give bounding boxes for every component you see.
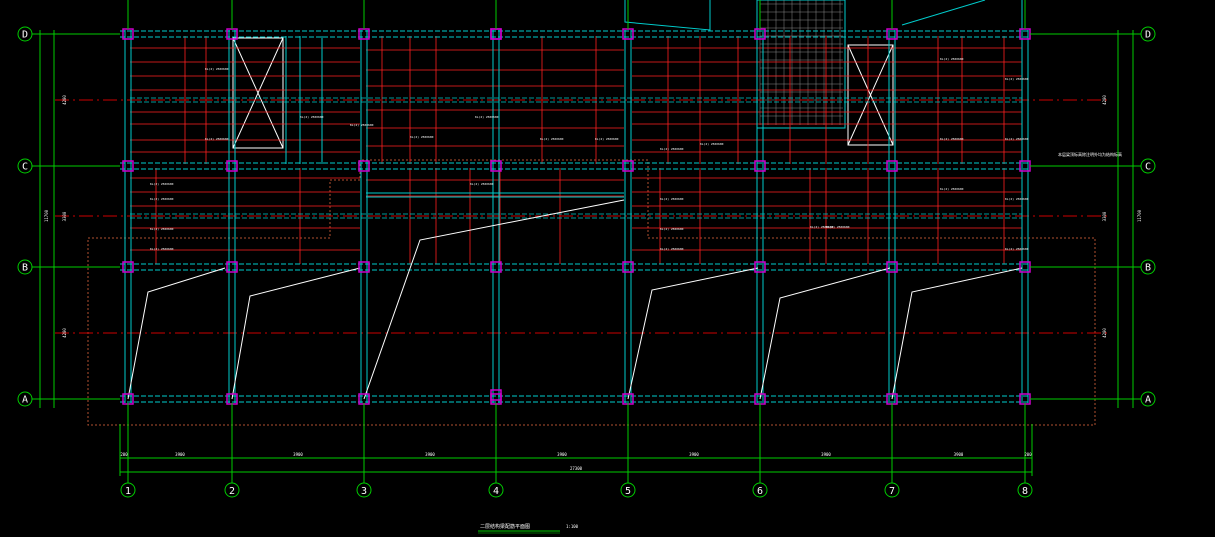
beam-label: KL(2) 250X600: [1005, 137, 1029, 141]
beam-label: KL(2) 250X600: [1005, 77, 1029, 81]
drawing-note: 本层梁顶标高除注明外均为结构标高: [1058, 151, 1122, 157]
dimension-text: 3900: [425, 452, 435, 457]
axis-label: C: [22, 162, 28, 173]
axis-label: B: [1145, 263, 1151, 274]
beam-label: KL(2) 250X600: [470, 182, 494, 186]
structural-plan-drawing: KL(2) 250X600 KL(2) 250X600 KL(2) 250X600 K…: [0, 0, 1215, 537]
beam-label: KL(2) 250X600: [660, 247, 684, 251]
dimension-text: 200: [120, 452, 128, 457]
beam-label: KL(2) 250X600: [660, 147, 684, 151]
beam-label: KL(2) 250X600: [940, 57, 964, 61]
dimension-text: 3300: [62, 211, 67, 221]
axis-label: 8: [1022, 486, 1028, 497]
beam-label: KL(2) 250X600: [410, 135, 434, 139]
axis-label: A: [1145, 395, 1151, 406]
beam-label: KL(2) 250X600: [660, 197, 684, 201]
drawing-title: 二层结构梁配筋平面图: [480, 523, 530, 530]
beam-label: KL(2) 250X600: [1005, 247, 1029, 251]
beam-label: KL(2) 250X600: [475, 115, 499, 119]
beam-label: KL(2) 250X600: [205, 67, 229, 71]
axis-label: 6: [757, 486, 763, 497]
dimension-text: 11700: [1137, 209, 1142, 222]
dimension-text: 3900: [293, 452, 303, 457]
axis-label: 3: [361, 486, 367, 497]
beam-label: KL(2) 250X600: [1005, 197, 1029, 201]
axis-label: 7: [889, 486, 895, 497]
drawing-scale: 1:100: [566, 524, 579, 529]
beam-label: KL(2) 250X600: [940, 137, 964, 141]
beam-label: KL(2) 250X600: [350, 123, 374, 127]
axis-label: D: [22, 30, 28, 41]
beam-label: KL(2) 250X600: [595, 137, 619, 141]
axis-label: C: [1145, 162, 1151, 173]
dimension-text: 3900: [175, 452, 185, 457]
dimension-text: 3900: [557, 452, 567, 457]
beam-label: KL(2) 250X600: [150, 227, 174, 231]
axis-label: 2: [229, 486, 235, 497]
dimension-text: 4200: [62, 95, 67, 105]
beam-label: KL(2) 250X600: [150, 182, 174, 186]
beam-label: KL(2) 250X600: [660, 227, 684, 231]
beam-label: KL(2) 250X600: [150, 197, 174, 201]
dimension-text: 27300: [570, 466, 583, 471]
dimension-text: 4200: [1102, 95, 1107, 105]
beam-label: KL(2) 250X600: [700, 142, 724, 146]
beam-label: KL(2) 250X600: [300, 115, 324, 119]
dimension-text: 200: [1024, 452, 1032, 457]
axis-label: 1: [125, 486, 131, 497]
axis-label: B: [22, 263, 28, 274]
axis-label: A: [22, 395, 28, 406]
dimension-text: 4200: [1102, 328, 1107, 338]
axis-label: D: [1145, 30, 1151, 41]
beam-label: KL(2) 250X600: [205, 137, 229, 141]
dimension-text: 3900: [689, 452, 699, 457]
dimension-text: 3300: [1102, 211, 1107, 221]
beam-label: KL(2) 250X600: [826, 225, 850, 229]
axis-label: 4: [493, 486, 499, 497]
dimension-text: 11700: [44, 209, 49, 222]
axis-label: 5: [625, 486, 631, 497]
dimension-text: 3900: [821, 452, 831, 457]
beam-label: KL(2) 250X600: [150, 247, 174, 251]
beam-label: KL(2) 250X600: [540, 137, 564, 141]
dimension-text: 3900: [954, 452, 964, 457]
beam-label: KL(2) 250X600: [940, 187, 964, 191]
dimension-text: 4200: [62, 328, 67, 338]
